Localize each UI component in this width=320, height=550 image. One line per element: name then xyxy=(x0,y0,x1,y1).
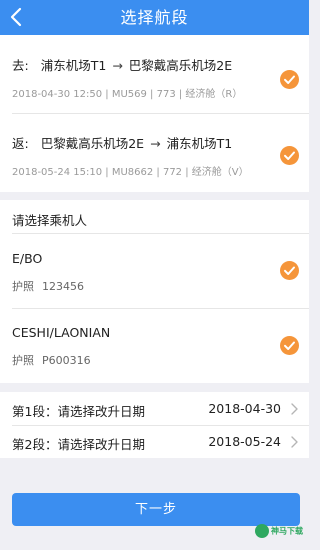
passenger-name: E/BO xyxy=(12,251,43,266)
flight-destination: 浦东机场T1 xyxy=(166,136,233,151)
flight-destination: 巴黎戴高乐机场2E xyxy=(128,58,233,73)
flight-direction: 返: xyxy=(12,136,29,151)
document-number: P600316 xyxy=(42,354,91,367)
flight-origin: 浦东机场T1 xyxy=(40,58,107,73)
date-row-label: 第1段：请选择改升日期 xyxy=(12,404,145,419)
flight-segments-card: 去: 浦东机场T1 → 巴黎戴高乐机场2E 2018-04-30 12:50 | MU… xyxy=(0,35,309,192)
section-heading: 请选择乘机人 xyxy=(12,213,88,228)
checkmark-icon[interactable] xyxy=(280,336,299,355)
document-type: 护照 xyxy=(12,280,34,293)
passenger-document: 护照 123456 xyxy=(12,278,84,294)
change-date-row[interactable]: 第2段：请选择改升日期 2018-05-24 xyxy=(0,425,309,458)
watermark-text: 神马下载 xyxy=(271,526,303,536)
checkmark-icon[interactable] xyxy=(280,261,299,280)
divider xyxy=(12,233,309,234)
date-value: 2018-05-24 xyxy=(208,434,281,449)
divider xyxy=(12,308,309,309)
date-value: 2018-04-30 xyxy=(208,401,281,416)
watermark-logo: 神马下载 xyxy=(255,524,303,540)
flight-detail: 2018-05-24 15:10 | MU8662 | 772 | 经济舱（V） xyxy=(12,167,249,178)
page-title: 选择航段 xyxy=(120,8,189,27)
flight-route: 返: 巴黎戴高乐机场2E → 浦东机场T1 xyxy=(12,133,232,152)
chevron-right-icon xyxy=(291,403,298,415)
flight-segment-outbound[interactable]: 去: 浦东机场T1 → 巴黎戴高乐机场2E 2018-04-30 12:50 | MU… xyxy=(0,35,309,113)
next-step-button[interactable]: 下一步 xyxy=(12,493,300,526)
flight-origin: 巴黎戴高乐机场2E xyxy=(40,136,145,151)
chevron-right-icon xyxy=(291,436,298,448)
passenger-document: 护照 P600316 xyxy=(12,352,91,368)
date-row-label: 第2段：请选择改升日期 xyxy=(12,437,145,452)
nav-bar: 选择航段 xyxy=(0,0,309,35)
flight-direction: 去: xyxy=(12,58,29,73)
change-dates-card: 第1段：请选择改升日期 2018-04-30 第2段：请选择改升日期 2018-… xyxy=(0,392,309,458)
passenger-name: CESHI/LAONIAN xyxy=(12,325,111,340)
arrow-right-icon: → xyxy=(150,136,161,151)
document-number: 123456 xyxy=(42,280,84,293)
flight-detail: 2018-04-30 12:50 | MU569 | 773 | 经济舱（R） xyxy=(12,89,243,100)
flight-route: 去: 浦东机场T1 → 巴黎戴高乐机场2E xyxy=(12,55,232,74)
flight-segment-return[interactable]: 返: 巴黎戴高乐机场2E → 浦东机场T1 2018-05-24 15:10 | MU… xyxy=(0,113,309,191)
passengers-card: 请选择乘机人 E/BO 护照 123456 CESHI/LAONIAN 护照 P60… xyxy=(0,200,309,383)
watermark-icon xyxy=(255,524,269,538)
checkmark-icon[interactable] xyxy=(280,146,299,165)
arrow-right-icon: → xyxy=(112,58,123,73)
checkmark-icon[interactable] xyxy=(280,70,299,89)
change-date-row[interactable]: 第1段：请选择改升日期 2018-04-30 xyxy=(0,392,309,425)
document-type: 护照 xyxy=(12,354,34,367)
